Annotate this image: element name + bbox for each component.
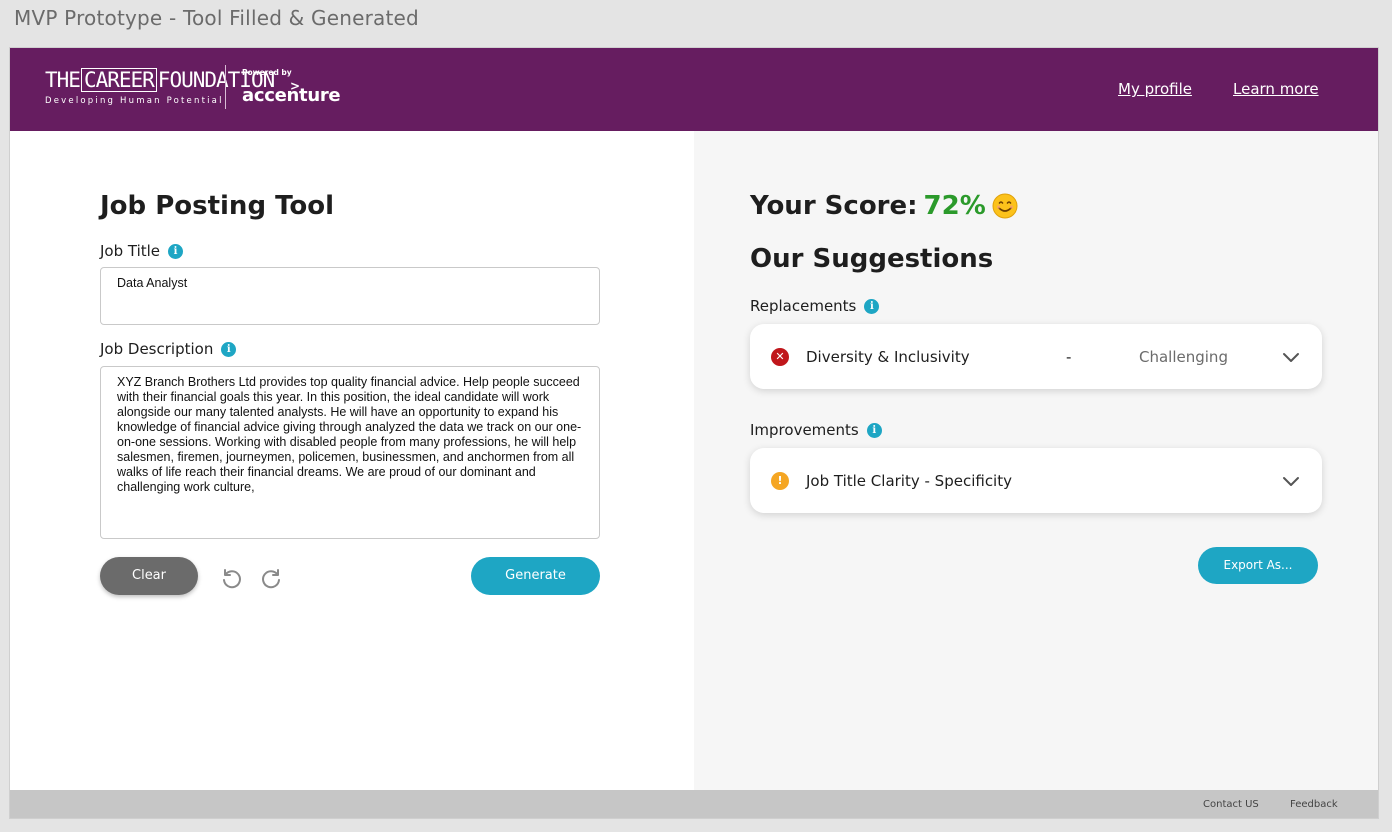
improvement-card[interactable]: ! Job Title Clarity - Specificity bbox=[750, 448, 1322, 513]
logo-tagline: Developing Human Potential bbox=[45, 96, 224, 106]
job-title-input[interactable]: Data Analyst bbox=[100, 267, 600, 325]
replacement-card[interactable]: ✕ Diversity & Inclusivity - Challenging bbox=[750, 324, 1322, 389]
replacement-category: Diversity & Inclusivity bbox=[806, 348, 970, 366]
job-description-label: Job Description bbox=[100, 340, 214, 358]
footer: Contact US Feedback bbox=[10, 790, 1378, 818]
my-profile-link[interactable]: My profile bbox=[1118, 80, 1192, 98]
results-panel: Your Score: 72% Our Suggestions Replacem… bbox=[694, 131, 1378, 790]
improvements-label: Improvements bbox=[750, 421, 859, 439]
page-title: Job Posting Tool bbox=[100, 191, 335, 221]
logo-word-career: CAREER bbox=[80, 68, 157, 92]
info-icon[interactable]: i bbox=[864, 298, 880, 314]
info-icon[interactable]: i bbox=[168, 243, 184, 259]
info-icon[interactable]: i bbox=[221, 341, 237, 357]
generate-button[interactable]: Generate bbox=[471, 557, 600, 595]
app-window: THE CAREER FOUNDATION Developing Human P… bbox=[9, 47, 1379, 819]
improvement-text: Job Title Clarity - Specificity bbox=[806, 472, 1012, 490]
score-value: 72% bbox=[923, 191, 986, 221]
replacements-label: Replacements bbox=[750, 297, 857, 315]
feedback-link[interactable]: Feedback bbox=[1290, 799, 1338, 810]
undo-icon[interactable] bbox=[218, 565, 242, 589]
score-label: Your Score: bbox=[750, 191, 918, 221]
job-title-label: Job Title bbox=[100, 242, 161, 260]
contact-us-link[interactable]: Contact US bbox=[1203, 799, 1259, 810]
job-posting-panel: Job Posting Tool Job Title i Data Analys… bbox=[10, 131, 694, 790]
clear-button[interactable]: Clear bbox=[100, 557, 198, 595]
improvements-label-row: Improvements i bbox=[750, 421, 882, 439]
logo-divider bbox=[225, 65, 226, 109]
info-icon[interactable]: i bbox=[866, 422, 882, 438]
job-title-label-row: Job Title i bbox=[100, 242, 184, 260]
frame-title: MVP Prototype - Tool Filled & Generated bbox=[14, 6, 419, 30]
career-foundation-logo[interactable]: THE CAREER FOUNDATION Developing Human P… bbox=[45, 67, 275, 113]
job-description-textarea[interactable]: XYZ Branch Brothers Ltd provides top qua… bbox=[100, 366, 600, 539]
logo-word-the: THE bbox=[45, 68, 81, 92]
header: THE CAREER FOUNDATION Developing Human P… bbox=[10, 48, 1378, 131]
smiling-face-icon bbox=[992, 193, 1018, 219]
warning-icon: ! bbox=[771, 472, 789, 490]
partner-logo: accenture bbox=[242, 85, 341, 106]
powered-by-label: Powered by bbox=[242, 68, 292, 77]
chevron-down-icon[interactable] bbox=[1282, 472, 1300, 490]
replacement-word: Challenging bbox=[1139, 348, 1228, 366]
error-icon: ✕ bbox=[771, 348, 789, 366]
chevron-down-icon[interactable] bbox=[1282, 348, 1300, 366]
suggestions-title: Our Suggestions bbox=[750, 244, 994, 274]
redo-icon[interactable] bbox=[261, 565, 285, 589]
export-button[interactable]: Export As... bbox=[1198, 547, 1318, 584]
replacements-label-row: Replacements i bbox=[750, 297, 880, 315]
job-description-label-row: Job Description i bbox=[100, 340, 237, 358]
score-heading: Your Score: 72% bbox=[750, 191, 1018, 221]
replacement-separator: - bbox=[1066, 348, 1072, 366]
learn-more-link[interactable]: Learn more bbox=[1233, 80, 1319, 98]
